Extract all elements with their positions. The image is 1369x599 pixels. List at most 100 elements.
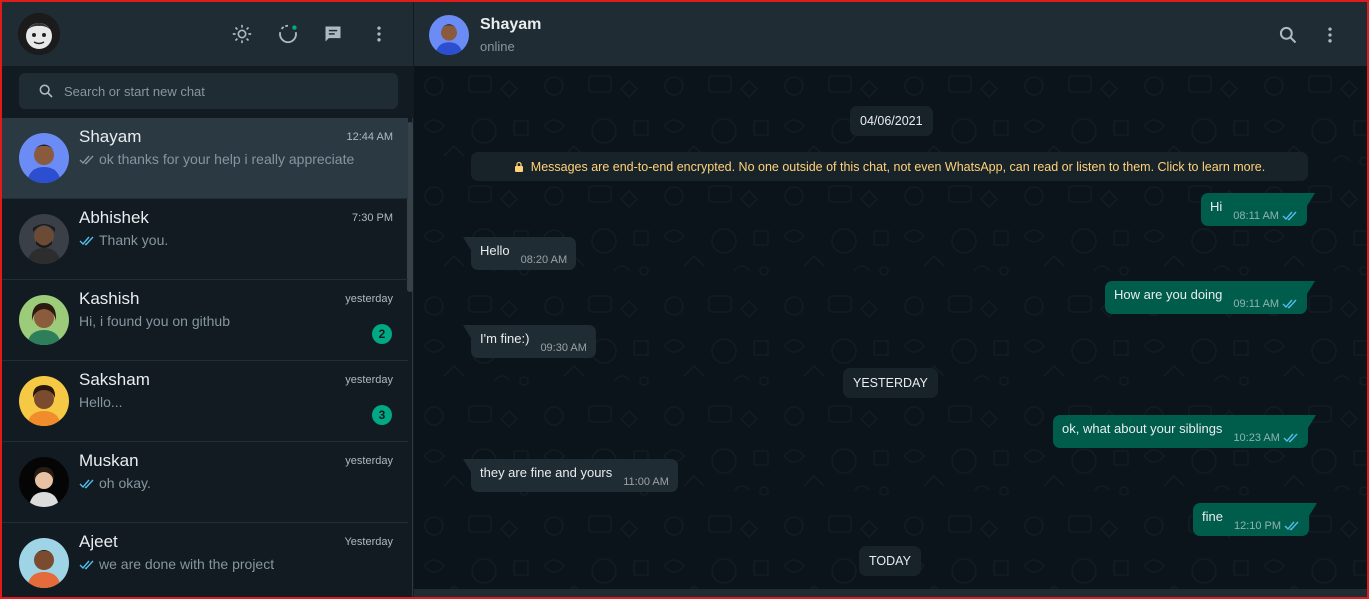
- search-icon[interactable]: [1276, 23, 1300, 47]
- double-tick-icon: [1282, 299, 1297, 309]
- encryption-notice-text: Messages are end-to-end encrypted. No on…: [530, 159, 1266, 174]
- bubble-tail: [1307, 281, 1316, 294]
- bubble-tail: [1307, 415, 1316, 428]
- message-bubble-outgoing[interactable]: fine 12:10 PM: [1193, 503, 1318, 536]
- message-time-text: 09:11 AM: [1233, 297, 1280, 310]
- last-message-preview: we are done with the project: [79, 556, 274, 572]
- message-bubble-incoming[interactable]: I'm fine:) 09:30 AM: [463, 325, 596, 358]
- message-text: ok, what about your siblings: [1062, 421, 1223, 436]
- contact-status: online: [480, 39, 515, 54]
- conversation-pane: Shayam online 04/06/2021 Messages are en…: [414, 2, 1367, 597]
- avatar: [19, 214, 69, 264]
- double-tick-icon: [79, 560, 94, 569]
- chat-list-item[interactable]: Shayam 12:44 AM ok thanks for your help …: [2, 118, 408, 199]
- message-time-text: 10:23 AM: [1233, 431, 1280, 444]
- preview-text: Thank you.: [99, 232, 169, 248]
- double-tick-icon: [79, 479, 94, 488]
- message-time: 12:10 PM: [1234, 520, 1300, 532]
- last-message-preview: Thank you.: [79, 232, 168, 248]
- status-icon[interactable]: [276, 22, 300, 46]
- message-time: 11:00 AM: [623, 475, 669, 488]
- avatar: [19, 376, 69, 426]
- preview-text: Hi, i found you on github: [79, 313, 230, 329]
- bubble-tail: [463, 325, 471, 338]
- search-input[interactable]: [64, 73, 384, 109]
- message-time: 08:11 AM: [1233, 210, 1298, 222]
- preview-text: Hello...: [79, 394, 123, 410]
- message-bubble-outgoing[interactable]: ok, what about your siblings 10:23 AM: [1053, 415, 1316, 448]
- avatar: [19, 538, 69, 588]
- message-time-text: 12:10 PM: [1233, 519, 1282, 532]
- message-area[interactable]: 04/06/2021 Messages are end-to-end encry…: [414, 66, 1367, 597]
- contact-name-title: Shayam: [480, 16, 542, 33]
- last-message-time: yesterday: [345, 374, 393, 386]
- message-text: How are you doing: [1114, 287, 1223, 302]
- search-bar: [2, 66, 413, 118]
- message-bubble-incoming[interactable]: Hello 08:20 AM: [463, 237, 577, 270]
- sidebar: Shayam 12:44 AM ok thanks for your help …: [2, 2, 413, 597]
- chat-list-item[interactable]: Abhishek 7:30 PM Thank you.: [2, 199, 408, 280]
- contact-name: Muskan: [79, 451, 139, 470]
- search-box[interactable]: [19, 73, 398, 109]
- chat-list-item[interactable]: Muskan yesterday oh okay.: [2, 442, 408, 523]
- bubble-tail: [1309, 503, 1318, 516]
- message-time: 08:20 AM: [520, 253, 568, 266]
- message-time-text: 08:11 AM: [1233, 209, 1279, 222]
- last-message-preview: Hello...: [79, 394, 123, 410]
- message-bubble-incoming[interactable]: they are fine and yours 11:00 AM: [463, 459, 678, 492]
- preview-text: ok thanks for your help i really appreci…: [99, 151, 355, 167]
- lock-icon: [514, 161, 523, 172]
- menu-icon[interactable]: [367, 22, 391, 46]
- message-text: fine: [1202, 509, 1223, 524]
- last-message-preview: ok thanks for your help i really appreci…: [79, 151, 354, 167]
- avatar: [19, 295, 69, 345]
- last-message-time: 7:30 PM: [352, 212, 393, 224]
- chat-list: Shayam 12:44 AM ok thanks for your help …: [2, 118, 408, 597]
- message-bubble-outgoing[interactable]: Hi 08:11 AM: [1201, 193, 1315, 226]
- unread-badge: 2: [372, 324, 392, 344]
- message-text: they are fine and yours: [480, 465, 613, 480]
- message-time: 10:23 AM: [1233, 432, 1298, 444]
- sidebar-header: [2, 2, 413, 66]
- last-message-time: yesterday: [345, 293, 393, 305]
- contact-name: Abhishek: [79, 208, 149, 227]
- bubble-tail: [463, 237, 471, 250]
- double-tick-icon: [79, 155, 94, 164]
- bubble-tail: [463, 459, 471, 472]
- message-time: 09:30 AM: [540, 341, 587, 354]
- search-icon: [39, 84, 53, 98]
- chat-list-item[interactable]: Saksham yesterday Hello... 3: [2, 361, 408, 442]
- theme-toggle-icon[interactable]: [230, 22, 254, 46]
- my-profile-avatar[interactable]: [18, 13, 60, 55]
- preview-text: we are done with the project: [99, 556, 275, 572]
- last-message-time: Yesterday: [344, 536, 393, 548]
- encryption-notice[interactable]: Messages are end-to-end encrypted. No on…: [471, 152, 1308, 181]
- double-tick-icon: [1282, 211, 1297, 221]
- new-chat-icon[interactable]: [321, 22, 345, 46]
- chat-list-item[interactable]: Kashish yesterday Hi, i found you on git…: [2, 280, 408, 361]
- message-text: Hello: [480, 243, 510, 258]
- double-tick-icon: [1284, 521, 1299, 531]
- double-tick-icon: [1283, 433, 1298, 443]
- contact-avatar[interactable]: [429, 15, 469, 55]
- composer-bar[interactable]: [414, 589, 1367, 597]
- date-divider: 04/06/2021: [850, 106, 933, 136]
- menu-icon[interactable]: [1318, 23, 1342, 47]
- preview-text: oh okay.: [99, 475, 151, 491]
- contact-name: Shayam: [79, 127, 142, 146]
- bubble-tail: [1306, 193, 1315, 206]
- last-message-preview: Hi, i found you on github: [79, 313, 230, 329]
- message-time: 09:11 AM: [1233, 298, 1298, 310]
- contact-name: Ajeet: [79, 532, 118, 551]
- contact-name: Saksham: [79, 370, 150, 389]
- avatar: [19, 133, 69, 183]
- avatar: [19, 457, 69, 507]
- unread-badge: 3: [372, 405, 392, 425]
- conversation-header: Shayam online: [414, 2, 1367, 66]
- date-divider: YESTERDAY: [843, 368, 938, 398]
- date-divider: TODAY: [859, 546, 921, 576]
- chat-list-item[interactable]: Ajeet Yesterday we are done with the pro…: [2, 523, 408, 597]
- message-text: I'm fine:): [480, 331, 530, 346]
- message-bubble-outgoing[interactable]: How are you doing 09:11 AM: [1105, 281, 1316, 314]
- contact-name: Kashish: [79, 289, 140, 308]
